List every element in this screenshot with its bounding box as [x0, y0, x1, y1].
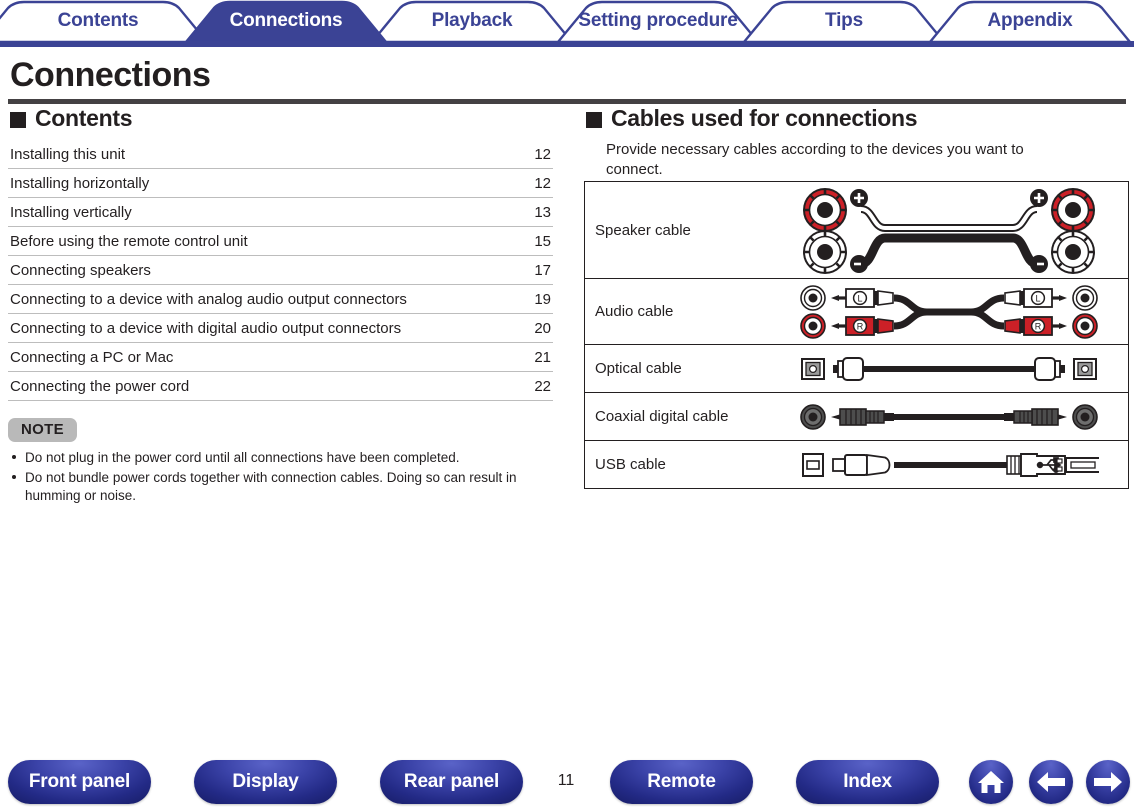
- home-glyph: [978, 771, 1004, 793]
- tab-contents[interactable]: Contents: [0, 0, 196, 42]
- note-item: Do not bundle power cords together with …: [8, 469, 553, 506]
- toc-entry-page: 19: [534, 291, 551, 308]
- cable-name: USB cable: [595, 456, 666, 473]
- cables-heading-label: Cables used for connections: [611, 105, 918, 131]
- cable-name: Audio cable: [595, 303, 674, 320]
- top-tab-bar: Contents Connections Playback Setting pr…: [0, 0, 1134, 47]
- page-number: 11: [557, 772, 575, 789]
- arrow-right-icon[interactable]: [1086, 760, 1130, 804]
- svg-text:L: L: [857, 293, 862, 303]
- toc-entry-page: 12: [534, 175, 551, 192]
- optical-cable-icon: [770, 349, 1128, 389]
- toc-entry-page: 12: [534, 146, 551, 163]
- rear-panel-button[interactable]: Rear panel: [380, 760, 523, 804]
- speaker-cable-icon: [770, 182, 1128, 278]
- contents-section-heading: Contents: [10, 105, 553, 132]
- svg-text:R: R: [1035, 321, 1042, 331]
- cable-name: Coaxial digital cable: [595, 408, 729, 425]
- list-item[interactable]: Connecting to a device with digital audi…: [8, 314, 553, 343]
- table-row: Speaker cable: [585, 182, 1128, 279]
- list-item[interactable]: Installing vertically 13: [8, 198, 553, 227]
- arrow-left-glyph: [1037, 772, 1065, 792]
- home-icon[interactable]: [969, 760, 1013, 804]
- toc-entry-page: 22: [534, 378, 551, 395]
- cables-intro-text: Provide necessary cables according to th…: [606, 141, 1024, 178]
- square-bullet-icon: [586, 111, 602, 128]
- toc-entry-page: 17: [534, 262, 551, 279]
- list-item[interactable]: Connecting the power cord 22: [8, 372, 553, 401]
- toc-entry-title: Connecting speakers: [10, 262, 151, 279]
- tab-tips[interactable]: Tips: [744, 0, 944, 42]
- remote-button[interactable]: Remote: [610, 760, 753, 804]
- cables-table: Speaker cable Audio cable L R L R Optica…: [584, 181, 1129, 489]
- cable-name: Speaker cable: [595, 221, 691, 239]
- page-title: Connections: [10, 56, 211, 94]
- list-item[interactable]: Installing horizontally 12: [8, 169, 553, 198]
- usb-cable-icon: [770, 446, 1128, 484]
- toc-entry-title: Connecting a PC or Mac: [10, 349, 174, 366]
- right-column: Cables used for connections Provide nece…: [584, 105, 1129, 180]
- note-list: Do not plug in the power cord until all …: [8, 449, 553, 506]
- table-of-contents: Installing this unit 12 Installing horiz…: [8, 140, 553, 401]
- note-block: NOTE Do not plug in the power cord until…: [8, 418, 553, 507]
- contents-heading-label: Contents: [35, 105, 133, 131]
- table-row: Coaxial digital cable: [585, 393, 1128, 441]
- toc-entry-title: Connecting to a device with digital audi…: [10, 320, 402, 337]
- list-item[interactable]: Connecting to a device with analog audio…: [8, 285, 553, 314]
- toc-entry-page: 13: [534, 204, 551, 221]
- index-button[interactable]: Index: [796, 760, 939, 804]
- toc-entry-page: 15: [534, 233, 551, 250]
- toc-entry-title: Installing vertically: [10, 204, 132, 221]
- square-bullet-icon: [10, 111, 26, 128]
- cable-name: Optical cable: [595, 360, 682, 377]
- toc-entry-title: Installing this unit: [10, 146, 126, 163]
- front-panel-button[interactable]: Front panel: [8, 760, 151, 804]
- cables-section-heading: Cables used for connections: [586, 105, 1129, 132]
- left-column: Contents Installing this unit 12 Install…: [8, 105, 553, 401]
- tab-appendix[interactable]: Appendix: [930, 0, 1130, 42]
- title-divider: [8, 99, 1126, 104]
- note-badge: NOTE: [8, 418, 77, 442]
- table-row: USB cable: [585, 441, 1128, 488]
- list-item[interactable]: Installing this unit 12: [8, 140, 553, 169]
- list-item[interactable]: Connecting a PC or Mac 21: [8, 343, 553, 372]
- note-item: Do not plug in the power cord until all …: [8, 449, 553, 468]
- toc-entry-title: Before using the remote control unit: [10, 233, 248, 250]
- svg-text:R: R: [857, 321, 864, 331]
- tab-playback[interactable]: Playback: [372, 0, 572, 42]
- tab-connections[interactable]: Connections: [186, 0, 386, 42]
- bottom-nav-bar: Front panel Display Rear panel 11 Remote…: [0, 760, 1134, 807]
- audio-cable-icon: L R L R: [770, 281, 1128, 343]
- toc-entry-title: Connecting to a device with analog audio…: [10, 291, 407, 308]
- toc-entry-title: Installing horizontally: [10, 175, 150, 192]
- tab-setting-procedure[interactable]: Setting procedure: [558, 0, 758, 42]
- list-item[interactable]: Before using the remote control unit 15: [8, 227, 553, 256]
- toc-entry-page: 21: [534, 349, 551, 366]
- coaxial-cable-icon: [770, 398, 1128, 436]
- table-row: Audio cable L R L R: [585, 279, 1128, 345]
- table-row: Optical cable: [585, 345, 1128, 393]
- display-button[interactable]: Display: [194, 760, 337, 804]
- svg-text:L: L: [1035, 293, 1040, 303]
- arrow-right-glyph: [1094, 772, 1122, 792]
- toc-entry-page: 20: [534, 320, 551, 337]
- list-item[interactable]: Connecting speakers 17: [8, 256, 553, 285]
- toc-entry-title: Connecting the power cord: [10, 378, 190, 395]
- arrow-left-icon[interactable]: [1029, 760, 1073, 804]
